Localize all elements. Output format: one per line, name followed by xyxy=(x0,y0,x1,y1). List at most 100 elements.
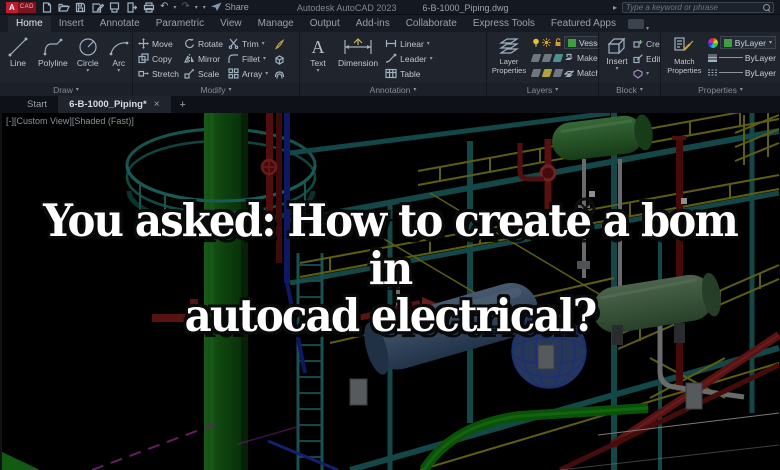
tab-parametric[interactable]: Parametric xyxy=(148,16,212,32)
tab-view[interactable]: View xyxy=(212,16,250,32)
save-as-icon[interactable] xyxy=(92,1,104,13)
layer-tool-icon[interactable] xyxy=(530,68,541,77)
leader-button[interactable]: Leader ▾ xyxy=(385,52,433,65)
layer-tool-icon[interactable] xyxy=(552,53,563,62)
edit-block-button[interactable]: Edit xyxy=(633,52,660,65)
ribbon-panels: Line Polyline Circle ▾ Arc ▾ Draw ▾ Move… xyxy=(0,32,780,96)
polyline-button[interactable]: Polyline xyxy=(36,36,70,68)
object-color-dropdown[interactable]: ByLayer ▾ xyxy=(719,36,776,49)
close-tab-icon[interactable]: × xyxy=(154,99,160,110)
mirror-button[interactable]: Mirror xyxy=(183,52,223,65)
paper-plane-icon xyxy=(210,2,222,11)
open-folder-icon[interactable] xyxy=(58,1,70,13)
tab-insert[interactable]: Insert xyxy=(51,16,92,32)
polyline-icon xyxy=(43,38,63,56)
redo-icon[interactable]: ↷ xyxy=(181,2,189,12)
customize-qat-icon[interactable]: ▾ xyxy=(203,4,206,11)
text-button[interactable]: A Text ▾ xyxy=(305,36,331,74)
block-attributes-button[interactable]: ▾ xyxy=(633,67,660,80)
search-icon[interactable] xyxy=(763,3,770,11)
headline-text: You asked: How to create a bom in autoca… xyxy=(27,197,752,340)
panel-draw-label[interactable]: Draw ▾ xyxy=(0,83,132,96)
undo-dropdown-icon[interactable]: ▾ xyxy=(173,4,176,11)
file-title: 6-B-1000_Piping.dwg xyxy=(422,2,509,13)
lineweight-dropdown[interactable]: ByLayer xyxy=(707,51,776,64)
tab-overflow-caret-icon[interactable]: ▾ xyxy=(646,25,649,32)
array-button[interactable]: Array ▾ xyxy=(228,67,268,80)
text-dropdown-icon[interactable]: ▾ xyxy=(316,68,319,74)
new-drawing-tab-button[interactable]: + xyxy=(171,96,195,113)
match-layer-button[interactable]: Match Layer xyxy=(564,66,598,79)
insert-block-button[interactable]: Insert ▾ xyxy=(604,36,630,72)
erase-icon[interactable] xyxy=(273,38,285,50)
tab-collaborate[interactable]: Collaborate xyxy=(398,16,465,32)
linetype-dropdown[interactable]: ByLayer xyxy=(707,66,776,79)
dimension-button[interactable]: Dimension xyxy=(336,36,380,68)
layer-tool-icon[interactable] xyxy=(541,68,552,77)
table-button[interactable]: Table xyxy=(385,67,432,80)
stretch-button[interactable]: Stretch xyxy=(138,67,179,80)
panel-layers-label[interactable]: Layers ▾ xyxy=(487,83,598,96)
search-input[interactable] xyxy=(626,2,763,12)
arc-button[interactable]: Arc ▾ xyxy=(106,36,132,74)
line-button[interactable]: Line xyxy=(5,36,31,68)
redo-dropdown-icon[interactable]: ▾ xyxy=(195,4,198,11)
help-search-box[interactable] xyxy=(622,1,774,13)
tab-add-ins[interactable]: Add-ins xyxy=(348,16,398,32)
scale-button[interactable]: Scale xyxy=(184,67,223,80)
layer-freeze-sun-icon[interactable] xyxy=(542,38,551,47)
tab-express-tools[interactable]: Express Tools xyxy=(465,16,543,32)
file-tab-start[interactable]: Start xyxy=(16,96,58,113)
save-icon[interactable] xyxy=(75,1,87,13)
tab-featured-apps[interactable]: Featured Apps xyxy=(543,16,624,32)
layer-tool-icon[interactable] xyxy=(530,53,541,62)
layer-properties-button[interactable]: Layer Properties xyxy=(490,36,528,75)
lineweight-icon xyxy=(707,53,717,62)
insert-dropdown-icon[interactable]: ▾ xyxy=(615,66,618,72)
color-wheel-icon[interactable] xyxy=(707,37,718,48)
drawing-viewport[interactable]: [-][Custom View][Shaded (Fast)] You aske… xyxy=(0,113,780,470)
panel-properties-label[interactable]: Properties ▾ xyxy=(661,83,780,96)
share-button[interactable]: Share xyxy=(210,2,249,12)
new-file-icon[interactable] xyxy=(41,1,53,13)
layer-dropdown[interactable]: Vessels ▾ xyxy=(564,36,598,49)
print-icon[interactable] xyxy=(143,1,155,13)
tab-home[interactable]: Home xyxy=(8,16,51,32)
export-icon[interactable] xyxy=(126,1,138,13)
layer-unlock-icon[interactable] xyxy=(553,38,562,47)
tab-manage[interactable]: Manage xyxy=(250,16,302,32)
search-chevron-icon[interactable]: ▸ xyxy=(613,3,617,12)
circle-dropdown-icon[interactable]: ▾ xyxy=(86,68,89,74)
undo-icon[interactable]: ↶ xyxy=(160,2,168,12)
viewport-controls-label[interactable]: [-][Custom View][Shaded (Fast)] xyxy=(6,116,134,126)
block-attributes-icon xyxy=(633,68,643,79)
copy-button[interactable]: Copy xyxy=(138,52,179,65)
arc-dropdown-icon[interactable]: ▾ xyxy=(117,68,120,74)
panel-block-label[interactable]: Block ▾ xyxy=(599,83,660,96)
offset-icon[interactable] xyxy=(273,68,285,80)
explode-icon[interactable] xyxy=(273,53,285,65)
mirror-icon xyxy=(183,54,194,63)
make-current-button[interactable]: Make Current xyxy=(564,51,598,64)
layer-tool-icon[interactable] xyxy=(541,53,552,62)
layer-tool-icon[interactable] xyxy=(552,68,563,77)
product-title: Autodesk AutoCAD 2023 xyxy=(296,2,397,13)
layer-on-bulb-icon[interactable] xyxy=(531,38,540,47)
trim-button[interactable]: Trim ▾ xyxy=(228,37,268,50)
move-button[interactable]: Move xyxy=(138,37,179,50)
tab-overflow-button[interactable] xyxy=(627,19,644,29)
fillet-button[interactable]: Fillet ▾ xyxy=(228,52,268,65)
panel-properties: Match Properties ByLayer ▾ ByLayer ByLay… xyxy=(661,32,780,96)
match-properties-button[interactable]: Match Properties xyxy=(665,36,704,75)
tab-output[interactable]: Output xyxy=(302,16,348,32)
panel-modify-label[interactable]: Modify ▾ xyxy=(133,83,299,96)
linear-dimension-button[interactable]: Linear ▾ xyxy=(385,37,432,50)
autocad-logo[interactable]: A CAD xyxy=(6,1,36,13)
panel-annotation-label[interactable]: Annotation ▾ xyxy=(300,83,486,96)
create-block-button[interactable]: Create xyxy=(633,37,660,50)
tab-annotate[interactable]: Annotate xyxy=(92,16,148,32)
file-tab-active-drawing[interactable]: 6-B-1000_Piping* × xyxy=(58,96,171,113)
rotate-button[interactable]: Rotate xyxy=(184,37,223,50)
circle-button[interactable]: Circle ▾ xyxy=(75,36,101,74)
plot-icon[interactable] xyxy=(109,1,121,13)
